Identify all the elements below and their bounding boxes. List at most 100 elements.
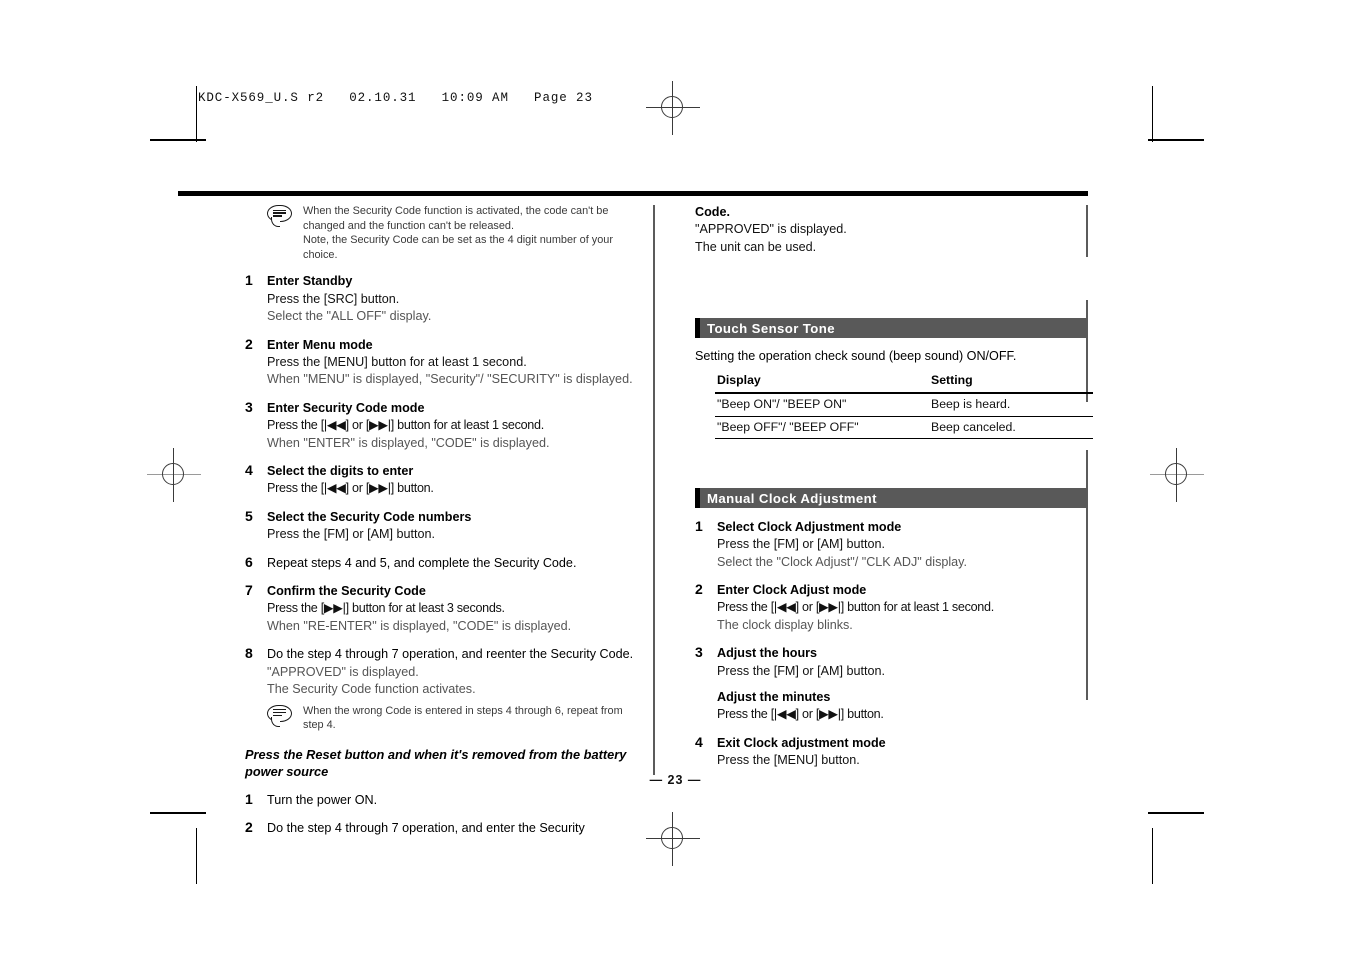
- step-text: Repeat steps 4 and 5, and complete the S…: [267, 555, 577, 570]
- step-number: 2: [245, 818, 253, 835]
- table-cell-setting: Beep canceled.: [929, 416, 1093, 439]
- table-column-header-display: Display: [715, 371, 929, 395]
- note-security-code: When the Security Code function is activ…: [267, 204, 645, 262]
- step-text: Do the step 4 through 7 operation, and r…: [267, 647, 634, 662]
- step-line: Press the [SRC] button.: [267, 291, 400, 306]
- substep-line: Press the [|◀◀] or [▶▶|] button.: [717, 707, 884, 722]
- section-title: Manual Clock Adjustment: [707, 490, 877, 506]
- table-cell-display: "Beep ON"/ "BEEP ON": [715, 393, 929, 417]
- step-line: Press the [|◀◀] or [▶▶|] button for at l…: [717, 600, 994, 615]
- note-line: Note, the Security Code can be set as th…: [303, 234, 613, 261]
- step-line: Press the [|◀◀] or [▶▶|] button for at l…: [267, 418, 544, 433]
- step-heading: Select the digits to enter: [267, 464, 414, 479]
- step-heading: Exit Clock adjustment mode: [717, 735, 886, 750]
- file-info-header: KDC-X569_U.S r2 02.10.31 10:09 AM Page 2…: [198, 91, 593, 105]
- crop-mark-top-left-horizontal: [150, 139, 206, 141]
- crop-mark-top-right-horizontal: [1148, 139, 1204, 141]
- table-column-header-setting: Setting: [929, 371, 1093, 395]
- step-number: 3: [695, 644, 703, 661]
- table-header-row: Display Setting: [715, 371, 1093, 395]
- step-number: 1: [695, 517, 703, 534]
- step-heading: Adjust the hours: [717, 646, 818, 661]
- step-number: 4: [695, 733, 703, 750]
- step-3-enter-security-code-mode: 3 Enter Security Code mode Press the [|◀…: [245, 399, 645, 452]
- note-line: When the Security Code function is activ…: [303, 205, 609, 232]
- step-number: 4: [245, 462, 253, 479]
- step-number: 1: [245, 272, 253, 289]
- table-row: "Beep OFF"/ "BEEP OFF" Beep canceled.: [715, 416, 1093, 439]
- step-line: Press the [FM] or [AM] button.: [717, 537, 885, 552]
- reset-step-2-enter-security-code: 2 Do the step 4 through 7 operation, and…: [245, 818, 645, 837]
- registration-mark-top: [646, 81, 700, 135]
- right-column: Code. "APPROVED" is displayed. The unit …: [695, 204, 1093, 770]
- section-header-manual-clock-adjustment: Manual Clock Adjustment: [695, 487, 1087, 508]
- step-line: Press the [MENU] button for at least 1 s…: [267, 355, 527, 369]
- crop-mark-bottom-right-horizontal: [1148, 812, 1204, 814]
- step-heading: Enter Standby: [267, 274, 353, 289]
- note-wrong-code: When the wrong Code is entered in steps …: [267, 704, 645, 733]
- step-number: 2: [695, 581, 703, 598]
- continuation-line: "APPROVED" is displayed.: [695, 222, 847, 237]
- reset-step-1-turn-power-on: 1 Turn the power ON.: [245, 790, 645, 809]
- step-heading: Select Clock Adjustment mode: [717, 519, 902, 534]
- crop-mark-top-right-vertical: [1152, 86, 1153, 142]
- step-text: Do the step 4 through 7 operation, and e…: [267, 820, 585, 835]
- step-line: When "ENTER" is displayed, "CODE" is dis…: [267, 435, 550, 450]
- step-line: The Security Code function activates.: [267, 682, 476, 697]
- substep-heading-adjust-minutes: Adjust the minutes: [717, 690, 831, 705]
- step-number: 5: [245, 507, 253, 524]
- step-number: 2: [245, 335, 253, 352]
- step-line: "APPROVED" is displayed.: [267, 664, 419, 679]
- crop-mark-top-left-vertical: [196, 86, 197, 142]
- clock-step-1-select-mode: 1 Select Clock Adjustment mode Press the…: [695, 517, 1087, 571]
- registration-mark-bottom: [646, 812, 700, 866]
- crop-mark-bottom-left-vertical: [196, 828, 197, 884]
- page-number: — 23 —: [649, 773, 702, 787]
- step-number: 6: [245, 553, 253, 570]
- continuation-line: The unit can be used.: [695, 239, 817, 254]
- step-line: Press the [MENU] button.: [717, 753, 860, 768]
- step-line: Select the "ALL OFF" display.: [267, 309, 432, 324]
- clock-step-2-enter-adjust-mode: 2 Enter Clock Adjust mode Press the [|◀◀…: [695, 581, 1087, 634]
- section-title: Touch Sensor Tone: [707, 321, 835, 337]
- step-heading: Select the Security Code numbers: [267, 509, 472, 524]
- note-balloon-icon: [267, 205, 293, 229]
- step-number: 8: [245, 645, 253, 662]
- step-line: The clock display blinks.: [717, 617, 853, 632]
- step-1-enter-standby: 1 Enter Standby Press the [SRC] button. …: [245, 272, 645, 325]
- registration-mark-right: [1150, 448, 1204, 502]
- registration-mark-left: [147, 448, 201, 502]
- note-line: When the wrong Code is entered in steps …: [303, 704, 623, 732]
- clock-step-4-exit-adjust-mode: 4 Exit Clock adjustment mode Press the […: [695, 733, 1087, 770]
- step-line: When "MENU" is displayed, "Security"/ "S…: [267, 372, 633, 387]
- step-heading: Enter Menu mode: [267, 337, 373, 352]
- step-line: Press the [FM] or [AM] button.: [267, 527, 435, 542]
- step-heading: Enter Clock Adjust mode: [717, 583, 867, 598]
- step-number: 1: [245, 790, 253, 807]
- touch-sensor-table: Display Setting "Beep ON"/ "BEEP ON" Bee…: [715, 371, 1093, 439]
- clock-step-3-adjust-hours: 3 Adjust the hours Press the [FM] or [AM…: [695, 644, 1087, 724]
- page-top-rule: [178, 191, 1088, 196]
- step-heading: Confirm the Security Code: [267, 584, 426, 599]
- left-column: When the Security Code function is activ…: [245, 204, 645, 837]
- section-header-touch-sensor-tone: Touch Sensor Tone: [695, 318, 1087, 339]
- step-number: 7: [245, 582, 253, 599]
- continuation-block: Code. "APPROVED" is displayed. The unit …: [695, 204, 1087, 256]
- table-cell-display: "Beep OFF"/ "BEEP OFF": [715, 416, 929, 439]
- table-row: "Beep ON"/ "BEEP ON" Beep is heard.: [715, 393, 1093, 417]
- column-divider: [653, 205, 655, 775]
- step-4-select-digits: 4 Select the digits to enter Press the […: [245, 462, 645, 498]
- step-line: Press the [FM] or [AM] button.: [717, 663, 885, 678]
- step-7-confirm-security-code: 7 Confirm the Security Code Press the [▶…: [245, 582, 645, 635]
- table-cell-setting: Beep is heard.: [929, 393, 1093, 417]
- step-2-enter-menu-mode: 2 Enter Menu mode Press the [MENU] butto…: [245, 335, 645, 389]
- crop-mark-bottom-left-horizontal: [150, 812, 206, 814]
- step-5-select-security-code-numbers: 5 Select the Security Code numbers Press…: [245, 507, 645, 544]
- step-line: Select the "Clock Adjust"/ "CLK ADJ" dis…: [717, 554, 968, 569]
- step-8-reenter-security-code: 8 Do the step 4 through 7 operation, and…: [245, 645, 645, 698]
- step-text: Turn the power ON.: [267, 792, 378, 807]
- step-line: Press the [▶▶|] button for at least 3 se…: [267, 601, 505, 616]
- touch-sensor-intro: Setting the operation check sound (beep …: [695, 349, 1017, 364]
- step-line: Press the [|◀◀] or [▶▶|] button.: [267, 481, 434, 496]
